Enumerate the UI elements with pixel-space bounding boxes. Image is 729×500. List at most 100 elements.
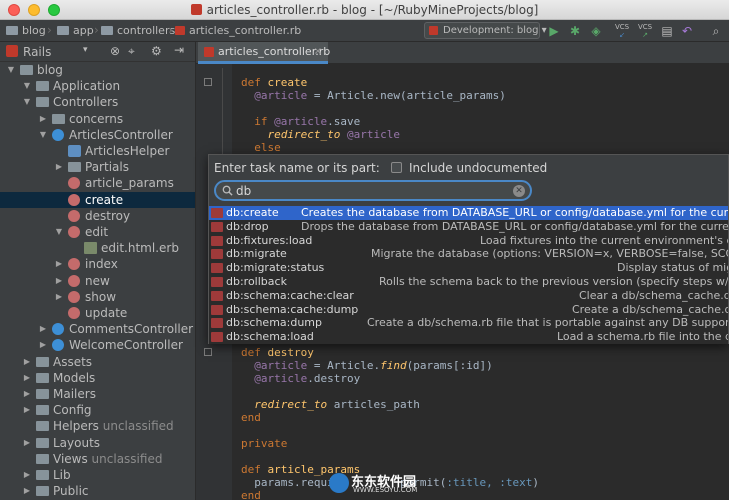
collapsed-arrow-icon[interactable]: ▶	[54, 159, 64, 175]
tree-item[interactable]: ▶ WelcomeController	[0, 337, 195, 353]
sync-icon[interactable]: ⊗	[110, 44, 120, 58]
tree-item[interactable]: ▶ index	[0, 256, 195, 272]
rake-task-item[interactable]: db:migrate Migrate the database (options:…	[209, 247, 728, 262]
rake-task-item[interactable]: db:schema:load Load a schema.rb file into…	[209, 330, 728, 344]
tree-item[interactable]: ▶ CommentsController	[0, 321, 195, 337]
rake-task-item[interactable]: db:migrate:status Display status of migra…	[209, 261, 728, 275]
code-text: .destroy	[307, 372, 361, 385]
rake-task-name: db:schema:load	[226, 330, 314, 344]
tree-item[interactable]: ▶ Lib	[0, 467, 195, 483]
fold-marker-icon[interactable]	[204, 78, 212, 86]
rake-task-item[interactable]: db:schema:cache:clear Clear a db/schema_c…	[209, 288, 728, 303]
rake-task-item[interactable]: db:rollback Rolls the schema back to the …	[209, 275, 728, 289]
breadcrumb-file[interactable]: articles_controller.rb	[175, 24, 301, 37]
rake-task-name: db:create	[226, 206, 279, 219]
rake-task-item[interactable]: db:fixtures:load Load fixtures into the c…	[209, 233, 728, 248]
tab-articles-controller[interactable]: articles_controller.rb ×	[198, 42, 330, 64]
tree-item[interactable]: edit.html.erb	[0, 240, 195, 256]
tree-item[interactable]: ▶ Mailers	[0, 386, 195, 402]
expanded-arrow-icon[interactable]: ▼	[22, 78, 32, 94]
coverage-icon[interactable]: ◈	[588, 23, 604, 39]
tree-item-label: Views unclassified	[53, 451, 163, 466]
method-call: redirect_to	[267, 128, 341, 141]
code-line: private	[241, 437, 287, 450]
collapsed-arrow-icon[interactable]: ▶	[54, 289, 64, 305]
breadcrumb-label: app	[73, 24, 94, 37]
collapsed-arrow-icon[interactable]: ▶	[38, 321, 48, 337]
sidebar-view-selector[interactable]: Rails	[23, 45, 51, 59]
rake-task-item[interactable]: db:create Creates the database from DATAB…	[209, 206, 728, 220]
clear-search-icon[interactable]: ✕	[513, 185, 525, 197]
collapsed-arrow-icon[interactable]: ▶	[54, 256, 64, 272]
folder-icon	[36, 372, 49, 383]
tree-item-label: article_params	[85, 176, 174, 191]
tree-item[interactable]: ▶ Partials	[0, 159, 195, 175]
tree-item[interactable]: ▶ show	[0, 289, 195, 305]
collapsed-arrow-icon[interactable]: ▶	[22, 402, 32, 418]
close-tab-icon[interactable]: ×	[314, 42, 322, 61]
tree-item[interactable]: update	[0, 305, 195, 321]
debug-icon[interactable]: ✱	[567, 23, 583, 39]
vcs-update-icon[interactable]: VCS ↙	[614, 23, 630, 39]
rake-task-name: db:fixtures:load	[226, 233, 313, 247]
vcs-commit-icon[interactable]: VCS ↗	[637, 23, 653, 39]
scroll-to-source-icon[interactable]: ⌖	[128, 44, 135, 59]
tree-item[interactable]: ▼ Controllers	[0, 94, 195, 110]
rake-task-item[interactable]: db:drop Drops the database from DATABASE_…	[209, 219, 728, 234]
expanded-arrow-icon[interactable]: ▼	[54, 224, 64, 240]
rake-task-description: Create a db/schema.rb file that is porta…	[367, 316, 728, 330]
include-undocumented-checkbox[interactable]	[391, 162, 402, 173]
tree-item[interactable]: article_params	[0, 175, 195, 191]
code-line: @article = Article.find(params[:id])	[254, 359, 493, 372]
collapsed-arrow-icon[interactable]: ▶	[22, 370, 32, 386]
expanded-arrow-icon[interactable]: ▼	[38, 127, 48, 143]
chevron-down-icon[interactable]: ▾	[83, 45, 88, 55]
search-everywhere-icon[interactable]: ⌕	[708, 23, 724, 39]
tree-item[interactable]: ▶ Models	[0, 370, 195, 386]
tree-item[interactable]: ▼ edit	[0, 224, 195, 240]
collapsed-arrow-icon[interactable]: ▶	[38, 111, 48, 127]
include-undocumented-label[interactable]: Include undocumented	[409, 161, 547, 175]
collapsed-arrow-icon[interactable]: ▶	[54, 273, 64, 289]
breadcrumb-app[interactable]: app	[57, 24, 94, 37]
method-name: destroy	[267, 346, 314, 359]
tree-item[interactable]: ▶ Config	[0, 402, 195, 418]
history-icon[interactable]: ▤	[659, 23, 675, 39]
tree-item[interactable]: ArticlesHelper	[0, 143, 195, 159]
task-search-input[interactable]	[236, 183, 506, 199]
run-icon[interactable]: ▶	[546, 23, 562, 39]
breadcrumb-controllers[interactable]: controllers	[101, 24, 175, 37]
keyword: else	[254, 141, 281, 154]
tree-item[interactable]: ▶ concerns	[0, 111, 195, 127]
keyword: def	[241, 346, 261, 359]
run-configuration-select[interactable]: Development: blog ▾	[424, 22, 547, 39]
collapsed-arrow-icon[interactable]: ▶	[22, 435, 32, 451]
collapsed-arrow-icon[interactable]: ▶	[22, 354, 32, 370]
collapsed-arrow-icon[interactable]: ▶	[38, 337, 48, 353]
tree-item[interactable]: ▶ Public	[0, 483, 195, 499]
breadcrumb-blog[interactable]: blog	[6, 24, 46, 37]
tree-item[interactable]: Helpers unclassified	[0, 418, 195, 434]
settings-gear-icon[interactable]: ⚙	[151, 44, 162, 58]
tree-item[interactable]: ▶ Layouts	[0, 435, 195, 451]
tree-item[interactable]: destroy	[0, 208, 195, 224]
expanded-arrow-icon[interactable]: ▼	[22, 94, 32, 110]
revert-icon[interactable]: ↶	[679, 23, 695, 39]
collapsed-arrow-icon[interactable]: ▶	[22, 386, 32, 402]
hide-panel-icon[interactable]: ⇥	[174, 43, 184, 57]
tree-item[interactable]: Views unclassified	[0, 451, 195, 467]
tree-item[interactable]: ▶ new	[0, 273, 195, 289]
breadcrumb-separator: ›	[47, 23, 52, 37]
keyword: def	[241, 463, 261, 476]
collapsed-arrow-icon[interactable]: ▶	[22, 483, 32, 499]
expanded-arrow-icon[interactable]: ▼	[6, 62, 16, 78]
rake-task-item[interactable]: db:schema:dump Create a db/schema.rb file…	[209, 316, 728, 331]
collapsed-arrow-icon[interactable]: ▶	[22, 467, 32, 483]
tree-item[interactable]: ▼ Application	[0, 78, 195, 94]
fold-marker-icon[interactable]	[204, 348, 212, 356]
tree-item[interactable]: create	[0, 191, 195, 208]
tree-item[interactable]: ▶ Assets	[0, 354, 195, 370]
rake-task-item[interactable]: db:schema:cache:dump Create a db/schema_c…	[209, 302, 728, 317]
tree-item[interactable]: ▼ blog	[0, 62, 195, 78]
tree-item[interactable]: ▼ ArticlesController	[0, 127, 195, 143]
